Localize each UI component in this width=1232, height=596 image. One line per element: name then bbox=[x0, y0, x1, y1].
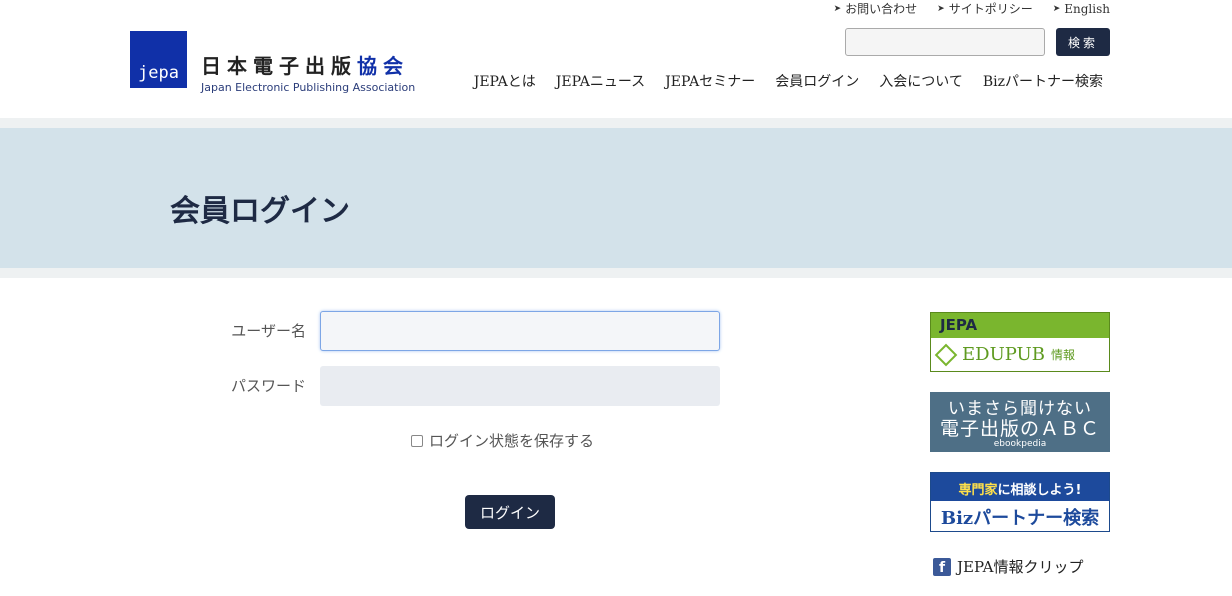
arrow-right-icon: ➤ bbox=[1052, 3, 1061, 14]
username-label: ユーザー名 bbox=[231, 322, 306, 340]
logo-text: 日本電子出版協会 Japan Electronic Publishing Ass… bbox=[201, 31, 415, 94]
site-policy-link-label: サイトポリシー bbox=[948, 2, 1033, 16]
edupub-banner-top: JEPA bbox=[931, 313, 1109, 338]
logo-name-jp-accent: 協会 bbox=[357, 54, 409, 78]
remember-me-checkbox[interactable] bbox=[411, 434, 423, 447]
page-title: 会員ログイン bbox=[170, 194, 350, 229]
main-nav: JEPAとは JEPAニュース JEPAセミナー 会員ログイン 入会について B… bbox=[474, 71, 1103, 91]
username-input[interactable] bbox=[320, 311, 720, 351]
utility-links: ➤ お問い合わせ ➤ サイトポリシー ➤ English bbox=[834, 0, 1110, 17]
biz-partner-banner[interactable]: 専門家に相談しよう! Bizパートナー検索 bbox=[930, 472, 1110, 532]
ebookpedia-line3: ebookpedia bbox=[993, 439, 1047, 449]
ebookpedia-line1: いまさら聞けない bbox=[948, 399, 1092, 419]
logo-name-jp: 日本電子出版協会 bbox=[201, 50, 415, 79]
leaf-icon bbox=[934, 343, 958, 366]
jepa-info-clip-link[interactable]: f JEPA情報クリップ bbox=[933, 556, 1084, 577]
ebookpedia-banner[interactable]: いまさら聞けない 電子出版のＡＢＣ ebookpedia bbox=[930, 392, 1110, 452]
site-policy-link[interactable]: ➤ サイトポリシー bbox=[937, 0, 1033, 17]
contact-link-label: お問い合わせ bbox=[845, 2, 918, 16]
biz-partner-top-rest: に相談しよう! bbox=[997, 483, 1082, 498]
password-input[interactable] bbox=[320, 366, 720, 406]
logo-name-jp-main: 日本電子出版 bbox=[201, 54, 357, 78]
facebook-icon: f bbox=[933, 557, 951, 576]
password-label: パスワード bbox=[230, 377, 306, 395]
nav-join[interactable]: 入会について bbox=[879, 71, 963, 91]
biz-partner-highlight: 専門家 bbox=[958, 483, 998, 498]
edupub-banner-bottom: EDUPUB 情報 bbox=[931, 338, 1109, 371]
edupub-banner[interactable]: JEPA EDUPUB 情報 bbox=[930, 312, 1110, 372]
edupub-banner-main: EDUPUB bbox=[962, 344, 1045, 365]
contact-link[interactable]: ➤ お問い合わせ bbox=[834, 0, 918, 17]
biz-partner-banner-top: 専門家に相談しよう! bbox=[931, 473, 1109, 501]
remember-me-label: ログイン状態を保存する bbox=[429, 432, 595, 450]
english-link-label: English bbox=[1064, 1, 1110, 16]
site-logo[interactable]: jepa 日本電子出版協会 Japan Electronic Publishin… bbox=[130, 31, 415, 94]
nav-biz-partner-search[interactable]: Bizパートナー検索 bbox=[983, 71, 1103, 91]
arrow-right-icon: ➤ bbox=[833, 3, 842, 14]
arrow-right-icon: ➤ bbox=[937, 3, 945, 14]
login-button[interactable]: ログイン bbox=[465, 495, 555, 529]
jepa-info-clip-label: JEPA情報クリップ bbox=[957, 558, 1084, 576]
logo-name-en: Japan Electronic Publishing Association bbox=[201, 81, 416, 94]
ebookpedia-line2: 電子出版のＡＢＣ bbox=[939, 418, 1100, 440]
logo-mark: jepa bbox=[130, 31, 187, 88]
nav-about[interactable]: JEPAとは bbox=[474, 71, 536, 91]
hero-band: 会員ログイン bbox=[0, 118, 1232, 278]
nav-seminar[interactable]: JEPAセミナー bbox=[665, 71, 755, 91]
hero-background: 会員ログイン bbox=[0, 128, 1232, 268]
biz-partner-banner-main: Bizパートナー検索 bbox=[940, 508, 1100, 529]
search-input[interactable] bbox=[845, 28, 1045, 56]
search-button[interactable]: 検索 bbox=[1056, 28, 1110, 56]
nav-news[interactable]: JEPAニュース bbox=[556, 71, 645, 91]
remember-me[interactable]: ログイン状態を保存する bbox=[411, 430, 594, 451]
nav-member-login[interactable]: 会員ログイン bbox=[775, 71, 859, 91]
logo-mark-text: jepa bbox=[138, 63, 179, 83]
edupub-banner-sub: 情報 bbox=[1050, 348, 1075, 362]
english-link[interactable]: ➤ English bbox=[1053, 0, 1110, 17]
